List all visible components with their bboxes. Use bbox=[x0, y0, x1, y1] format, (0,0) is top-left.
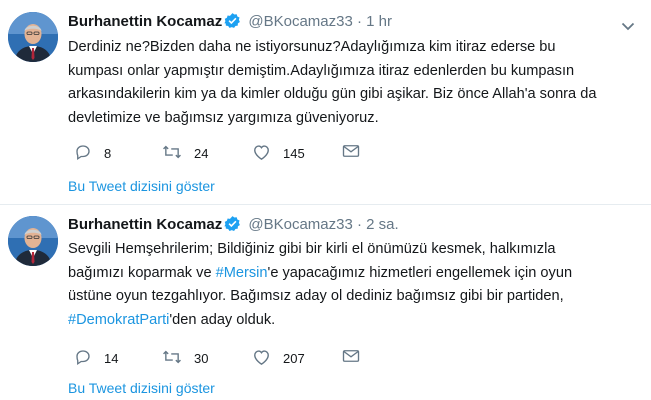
author-name[interactable]: Burhanettin Kocamaz bbox=[68, 13, 222, 30]
tweet-header: Burhanettin Kocamaz @BKocamaz33 · 1 hr bbox=[68, 12, 392, 35]
reply-button[interactable]: 8 bbox=[74, 143, 111, 164]
tweet-header: Burhanettin Kocamaz @BKocamaz33 · 2 sa. bbox=[68, 215, 399, 238]
verified-badge-icon bbox=[224, 215, 241, 238]
author-handle[interactable]: @BKocamaz33 bbox=[248, 13, 352, 30]
hashtag-link[interactable]: #Mersin bbox=[216, 265, 268, 281]
tweet-text-line: devletimize ve bağımsız yargımıza güveni… bbox=[68, 109, 379, 126]
tweet-text-fragment: 'e yapacağımız hizmetleri engellemek içi… bbox=[267, 264, 573, 281]
tweet-text: Derdiniz ne?Bizden daha ne istiyorsunuz?… bbox=[68, 36, 628, 130]
heart-icon bbox=[252, 348, 271, 369]
tweet-text-line: #DemokratParti'den aday olduk. bbox=[68, 309, 628, 333]
retweet-count: 24 bbox=[194, 146, 209, 161]
chevron-down-icon[interactable] bbox=[621, 18, 635, 36]
avatar[interactable] bbox=[8, 216, 58, 266]
heart-icon bbox=[252, 143, 271, 164]
reply-count: 14 bbox=[104, 351, 119, 366]
tweet-text-line: bağımızı koparmak ve #Mersin'e yapacağım… bbox=[68, 262, 628, 286]
like-count: 207 bbox=[283, 351, 305, 366]
direct-message-button[interactable] bbox=[342, 143, 360, 162]
tweet[interactable]: Burhanettin Kocamaz @BKocamaz33 · 1 hr D… bbox=[0, 0, 651, 205]
retweet-button[interactable]: 24 bbox=[162, 143, 208, 164]
tweet-text-line: Derdiniz ne?Bizden daha ne istiyorsunuz?… bbox=[68, 39, 556, 55]
hashtag-link[interactable]: #DemokratParti bbox=[68, 312, 169, 328]
like-count: 145 bbox=[283, 146, 305, 161]
author-name[interactable]: Burhanettin Kocamaz bbox=[68, 216, 222, 233]
show-thread-link[interactable]: Bu Tweet dizisini göster bbox=[68, 380, 215, 396]
like-button[interactable]: 145 bbox=[252, 143, 305, 164]
tweet-text: Sevgili Hemşehrilerim; Bildiğiniz gibi b… bbox=[68, 238, 628, 332]
tweet-text-fragment: 'den aday olduk. bbox=[169, 311, 276, 328]
envelope-icon bbox=[342, 348, 360, 367]
retweet-icon bbox=[162, 143, 182, 164]
tweet-timestamp[interactable]: 2 sa. bbox=[366, 216, 399, 233]
reply-count: 8 bbox=[104, 146, 112, 161]
direct-message-button[interactable] bbox=[342, 348, 360, 367]
reply-button[interactable]: 14 bbox=[74, 348, 118, 369]
show-thread-link[interactable]: Bu Tweet dizisini göster bbox=[68, 178, 215, 194]
author-handle[interactable]: @BKocamaz33 bbox=[248, 216, 352, 233]
retweet-count: 30 bbox=[194, 351, 209, 366]
header-separator: · bbox=[357, 216, 362, 233]
tweet-text-line: Sevgili Hemşehrilerim; Bildiğiniz gibi b… bbox=[68, 241, 556, 257]
envelope-icon bbox=[342, 143, 360, 162]
tweet-feed: Burhanettin Kocamaz @BKocamaz33 · 1 hr D… bbox=[0, 0, 651, 400]
tweet-text-fragment: bağımızı koparmak ve bbox=[68, 264, 216, 281]
verified-badge-icon bbox=[224, 12, 241, 35]
retweet-button[interactable]: 30 bbox=[162, 348, 208, 369]
tweet-text-line: arkasındakilerin kim ya da kimler olduğu… bbox=[68, 86, 597, 102]
tweet-text-line: üstüne oyun tezgahlıyor. Bağımsız aday o… bbox=[68, 288, 564, 304]
tweet-timestamp[interactable]: 1 hr bbox=[366, 13, 392, 30]
reply-icon bbox=[74, 348, 92, 369]
header-separator: · bbox=[357, 13, 362, 30]
avatar[interactable] bbox=[8, 12, 58, 62]
like-button[interactable]: 207 bbox=[252, 348, 305, 369]
tweet[interactable]: Burhanettin Kocamaz @BKocamaz33 · 2 sa. … bbox=[0, 206, 651, 400]
tweet-text-line: kumpası onlar yapmıştır demiştim.Adaylığ… bbox=[68, 62, 575, 79]
retweet-icon bbox=[162, 348, 182, 369]
reply-icon bbox=[74, 143, 92, 164]
